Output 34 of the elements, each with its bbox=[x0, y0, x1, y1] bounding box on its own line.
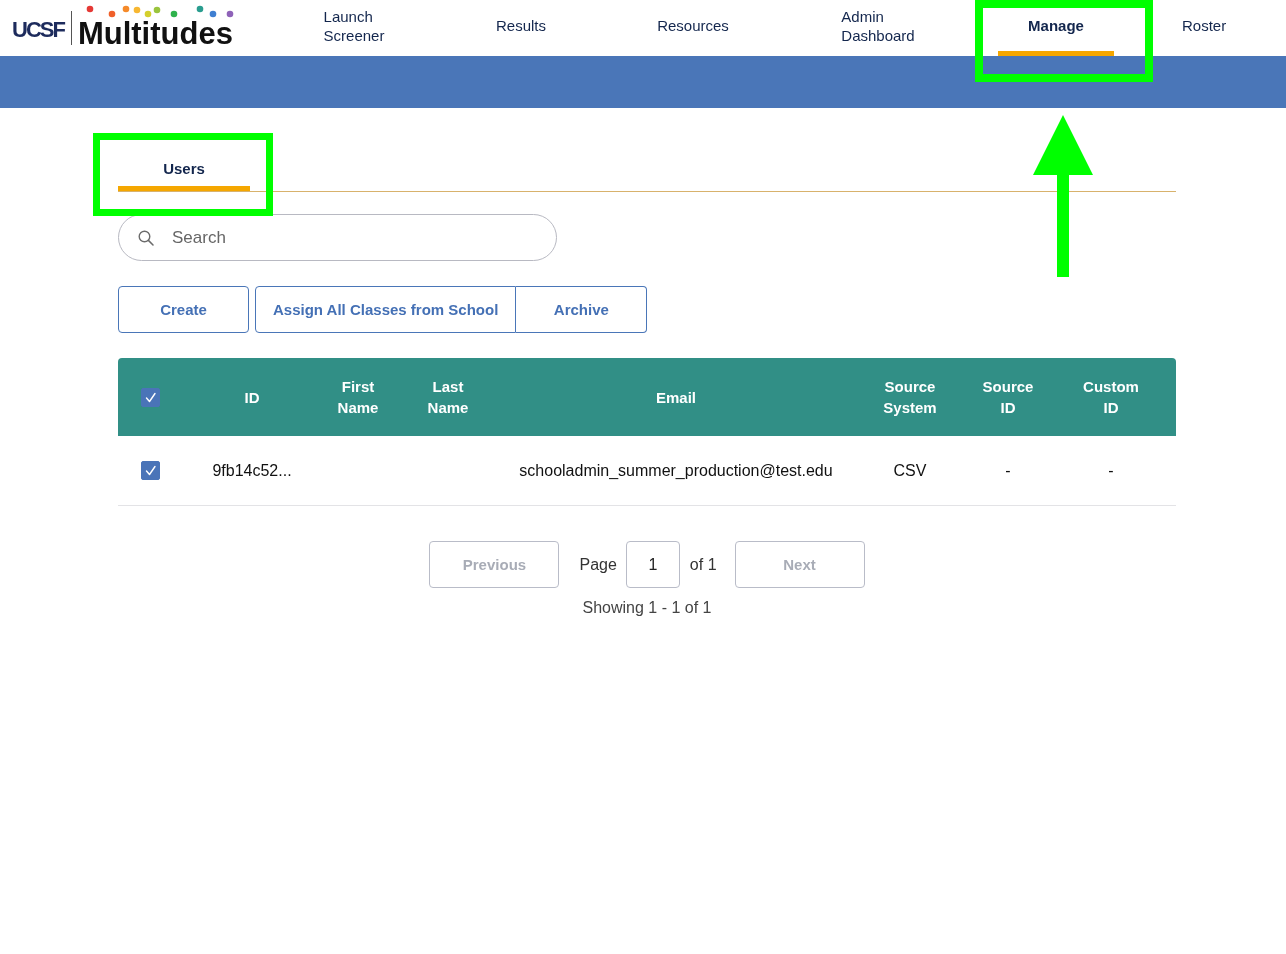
column-header: ID bbox=[244, 387, 260, 408]
table-cell: - bbox=[1005, 460, 1011, 481]
column-header: Source System bbox=[883, 377, 937, 418]
nav-link[interactable]: Roster bbox=[1152, 0, 1257, 56]
nav-link[interactable]: Admin Dashboard bbox=[811, 0, 945, 56]
nav-link[interactable]: Results bbox=[466, 0, 576, 56]
page-input[interactable]: 1 bbox=[625, 541, 680, 588]
nav-link[interactable]: Launch Screener bbox=[293, 0, 415, 56]
column-header: Custom ID bbox=[1083, 377, 1139, 418]
page-label: Page bbox=[579, 555, 617, 574]
check-icon bbox=[143, 464, 157, 477]
page-total-label: of 1 bbox=[689, 555, 717, 574]
search-box[interactable]: Search bbox=[118, 214, 557, 261]
action-button[interactable]: Create bbox=[118, 286, 249, 333]
search-input[interactable]: Search bbox=[172, 225, 536, 250]
logo-text: UCSF bbox=[12, 19, 64, 41]
table-cell: 9fb14c52... bbox=[212, 460, 292, 481]
column-header: First Name bbox=[337, 377, 379, 418]
row-checkbox[interactable] bbox=[140, 461, 160, 480]
check-icon bbox=[143, 390, 157, 404]
action-button[interactable]: Archive bbox=[516, 286, 648, 333]
results-summary: Showing 1 - 1 of 1 bbox=[582, 599, 712, 617]
table-cell: CSV bbox=[893, 460, 927, 481]
tab[interactable]: Users bbox=[118, 140, 250, 191]
action-button[interactable]: Assign All Classes from School bbox=[255, 286, 517, 333]
nav-link[interactable]: Resources bbox=[627, 0, 759, 56]
table-cell: - bbox=[1108, 460, 1114, 481]
search-icon bbox=[138, 229, 154, 246]
column-header: Last Name bbox=[427, 377, 469, 418]
select-all-checkbox[interactable] bbox=[140, 387, 160, 407]
column-header: Source ID bbox=[982, 377, 1034, 418]
column-header: Email bbox=[656, 387, 696, 408]
table-cell: schooladmin_summer_production@test.edu bbox=[519, 460, 833, 481]
product-name: Multitudes bbox=[77, 18, 233, 49]
